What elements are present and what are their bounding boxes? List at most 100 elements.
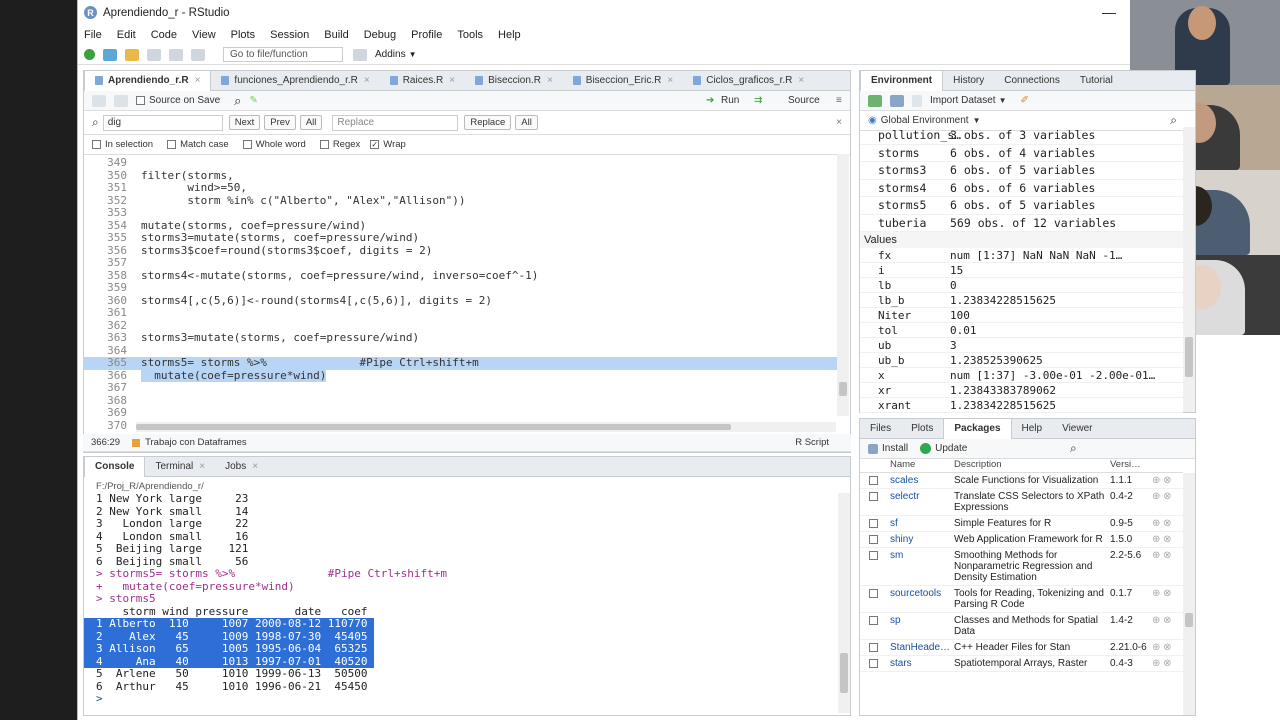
env-row[interactable]: storms5 6 obs. of 5 variables (860, 197, 1183, 215)
close-icon[interactable]: × (449, 75, 455, 86)
menu-edit[interactable]: Edit (117, 29, 136, 41)
grid-icon[interactable] (353, 48, 367, 61)
package-checkbox[interactable] (868, 589, 878, 598)
tab-plots[interactable]: Plots (901, 419, 943, 439)
close-icon[interactable]: × (547, 75, 553, 86)
tab-funciones[interactable]: funciones_Aprendiendo_r.R × (211, 71, 379, 91)
value-row[interactable]: ub_b 1.238525390625 (860, 353, 1183, 368)
env-row[interactable]: pollution_s… 3 obs. of 3 variables (860, 127, 1183, 145)
source-button[interactable]: Source (788, 95, 820, 106)
scroll-thumb[interactable] (840, 653, 848, 693)
env-row[interactable]: tuberia 569 obs. of 12 variables (860, 215, 1183, 232)
file-type[interactable]: R Script (795, 437, 829, 448)
tab-connections[interactable]: Connections (994, 71, 1070, 91)
value-row[interactable]: Niter 100 (860, 308, 1183, 323)
col-name[interactable]: Name (890, 459, 954, 472)
replace-input[interactable]: Replace (332, 114, 459, 131)
import-dataset-button[interactable]: Import Dataset (930, 95, 996, 106)
close-icon[interactable]: × (798, 75, 804, 86)
globe-icon[interactable]: ⊕ ⊗ (1152, 532, 1182, 547)
regex-checkbox[interactable] (319, 140, 329, 149)
find-input[interactable]: dig (102, 114, 223, 131)
tab-aprendiendo-r[interactable]: Aprendiendo_r.R × (84, 70, 212, 91)
save-icon[interactable] (114, 94, 128, 107)
value-row[interactable]: x num [1:37] -3.00e-01 -2.00e-01… (860, 368, 1183, 383)
tab-jobs[interactable]: Jobs × (215, 457, 268, 477)
tab-console[interactable]: Console (84, 456, 146, 477)
search-icon[interactable]: ⌕ (1170, 113, 1177, 128)
broom-icon[interactable]: ✐ (1021, 95, 1029, 106)
packages-scrollbar[interactable] (1183, 473, 1195, 715)
new-project-icon[interactable] (103, 48, 117, 61)
tab-tutorial[interactable]: Tutorial (1070, 71, 1123, 91)
value-row[interactable]: lb 0 (860, 278, 1183, 293)
tab-history[interactable]: History (943, 71, 994, 91)
tab-help[interactable]: Help (1012, 419, 1053, 439)
update-button[interactable]: Update (935, 443, 967, 454)
package-name[interactable]: selectr (890, 489, 954, 515)
tab-environment[interactable]: Environment (860, 70, 944, 91)
package-name[interactable]: sf (890, 516, 954, 531)
tab-packages[interactable]: Packages (943, 418, 1012, 439)
console-scrollbar[interactable] (838, 493, 850, 713)
install-button[interactable]: Install (882, 443, 908, 454)
load-workspace-icon[interactable] (868, 94, 882, 107)
env-row[interactable]: storms 6 obs. of 4 variables (860, 145, 1183, 162)
find-prev-button[interactable]: Prev (264, 115, 296, 130)
search-icon[interactable]: ⌕ (234, 93, 241, 109)
package-checkbox[interactable] (868, 535, 878, 544)
tab-ciclos-graficos[interactable]: Ciclos_graficos_r.R × (683, 71, 814, 91)
save-workspace-icon[interactable] (890, 94, 904, 107)
save-all-icon[interactable] (169, 48, 183, 61)
goto-file-input[interactable]: Go to file/function (223, 47, 343, 62)
package-name[interactable]: scales (890, 473, 954, 488)
env-row[interactable]: storms3 6 obs. of 5 variables (860, 162, 1183, 180)
globe-icon[interactable]: ⊕ ⊗ (1152, 473, 1182, 488)
package-checkbox[interactable] (868, 476, 878, 485)
package-checkbox[interactable] (868, 616, 878, 625)
save-icon[interactable] (147, 48, 161, 61)
package-name[interactable]: StanHeade… (890, 640, 954, 655)
environment-scrollbar[interactable] (1183, 127, 1195, 412)
package-name[interactable]: shiny (890, 532, 954, 547)
editor-vertical-scrollbar[interactable] (837, 154, 849, 416)
menu-lines-icon[interactable]: ≡ (836, 95, 842, 106)
package-name[interactable]: sourcetools (890, 586, 954, 612)
value-row[interactable]: lb_b 1.23834228515625 (860, 293, 1183, 308)
value-row[interactable]: xr 1.23843383789062 (860, 383, 1183, 398)
menu-debug[interactable]: Debug (364, 29, 396, 41)
rerun-icon[interactable]: ⇉ (754, 95, 762, 106)
menu-tools[interactable]: Tools (457, 29, 483, 41)
tab-terminal[interactable]: Terminal × (145, 457, 215, 477)
package-checkbox[interactable] (868, 643, 878, 652)
search-icon[interactable]: ⌕ (1070, 441, 1077, 456)
menu-profile[interactable]: Profile (411, 29, 442, 41)
globe-icon[interactable]: ⊕ ⊗ (1152, 586, 1182, 612)
addins-menu[interactable]: Addins (375, 49, 406, 60)
globe-icon[interactable]: ⊕ ⊗ (1152, 656, 1182, 671)
menu-build[interactable]: Build (324, 29, 348, 41)
new-file-icon[interactable] (84, 49, 95, 60)
close-icon[interactable]: × (252, 461, 258, 472)
globe-icon[interactable]: ⊕ ⊗ (1152, 516, 1182, 531)
close-icon[interactable]: × (836, 117, 842, 128)
match-case-checkbox[interactable] (167, 140, 177, 149)
source-on-save-checkbox[interactable] (136, 96, 145, 105)
editor-horizontal-scrollbar[interactable] (136, 422, 836, 432)
section-name[interactable]: Trabajo con Dataframes (145, 437, 247, 448)
menu-code[interactable]: Code (151, 29, 177, 41)
package-name[interactable]: sp (890, 613, 954, 639)
minimize-icon[interactable]: — (1102, 4, 1116, 20)
scroll-thumb[interactable] (136, 424, 731, 430)
package-checkbox[interactable] (868, 492, 878, 501)
tab-biseccion[interactable]: Biseccion.R × (465, 71, 563, 91)
back-icon[interactable] (92, 94, 106, 107)
scroll-thumb[interactable] (1185, 613, 1193, 627)
run-button[interactable]: Run (721, 95, 739, 106)
menu-view[interactable]: View (192, 29, 216, 41)
tab-biseccion-eric[interactable]: Biseccion_Eric.R × (563, 71, 683, 91)
globe-icon[interactable]: ⊕ ⊗ (1152, 548, 1182, 585)
print-icon[interactable] (191, 48, 205, 61)
package-name[interactable]: sm (890, 548, 954, 585)
close-icon[interactable]: × (364, 75, 370, 86)
